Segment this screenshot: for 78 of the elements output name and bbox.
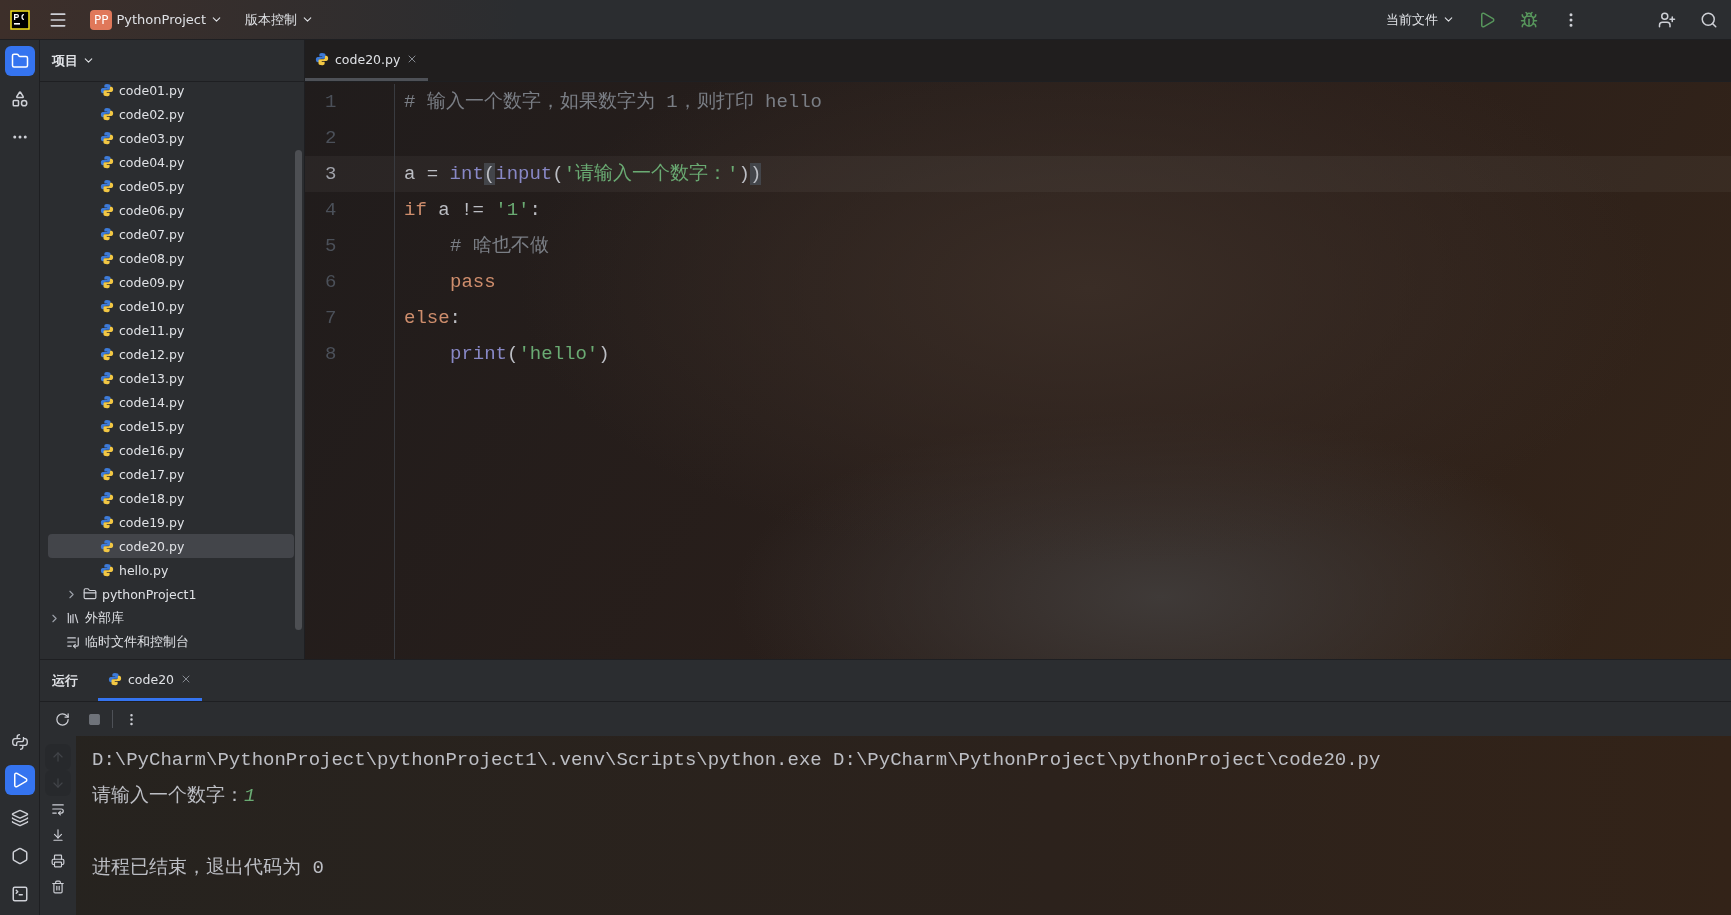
python-file-icon xyxy=(100,443,114,457)
scratch-icon xyxy=(66,635,80,649)
tree-item[interactable]: hello.py xyxy=(48,558,294,582)
python-file-icon xyxy=(100,467,114,481)
tree-item[interactable]: code18.py xyxy=(48,486,294,510)
tree-item[interactable]: code04.py xyxy=(48,150,294,174)
project-view-dropdown[interactable]: 项目 xyxy=(48,47,99,74)
code-line: # 啥也不做 xyxy=(450,234,549,259)
panel-title: 运行 xyxy=(52,671,78,690)
tree-item[interactable]: code16.py xyxy=(48,438,294,462)
python-file-icon xyxy=(100,251,114,265)
python-file-icon xyxy=(100,515,114,529)
tree-item[interactable]: code03.py xyxy=(48,126,294,150)
python-file-icon xyxy=(100,347,114,361)
tree-item[interactable]: code02.py xyxy=(48,102,294,126)
vcs-dropdown[interactable]: 版本控制 xyxy=(241,6,319,33)
tree-item[interactable]: pythonProject1 xyxy=(48,582,294,606)
library-icon xyxy=(66,611,80,625)
code-line: else: xyxy=(404,306,461,331)
line-number: 5 xyxy=(324,234,338,259)
code-line: pass xyxy=(450,270,496,295)
python-file-icon xyxy=(100,203,114,217)
console-line: D:\PyCharm\PythonProject\pythonProject1\.venv\Scripts\python.exe D:\PyCharm\PythonProject\pythonProject\code20.py xyxy=(92,748,1382,773)
folder-icon[interactable] xyxy=(4,46,35,76)
line-number: 7 xyxy=(324,306,338,331)
line-number: 3 xyxy=(305,156,394,192)
tree-item[interactable]: code15.py xyxy=(48,414,294,438)
line-number: 6 xyxy=(324,270,338,295)
tree-item[interactable]: code20.py xyxy=(48,534,294,558)
tree-item[interactable]: code13.py xyxy=(48,366,294,390)
python-file-icon xyxy=(315,52,329,66)
tree-item[interactable]: code12.py xyxy=(48,342,294,366)
tree-item[interactable]: code14.py xyxy=(48,390,294,414)
code-line: # 输入一个数字，如果数字为 1，则打印 hello xyxy=(404,90,823,115)
run-icon[interactable] xyxy=(4,765,35,795)
app-logo[interactable] xyxy=(10,9,30,30)
python-file-icon xyxy=(100,491,114,505)
python-file-icon xyxy=(100,83,114,97)
python-file-icon xyxy=(100,419,114,433)
python-file-icon xyxy=(100,323,114,337)
code-line: a = int(input('请输入一个数字：')) xyxy=(404,162,762,187)
code-line: if a != '1': xyxy=(404,198,541,223)
python-file-icon xyxy=(100,155,114,169)
line-number: 4 xyxy=(324,198,338,223)
editor-tab[interactable]: code20.py xyxy=(305,40,429,81)
console-line: 请输入一个数字：1 xyxy=(92,784,257,809)
line-number: 1 xyxy=(324,90,338,115)
python-file-icon xyxy=(100,539,114,553)
line-number: 2 xyxy=(324,126,338,151)
python-file-icon xyxy=(100,275,114,289)
tree-item[interactable]: code17.py xyxy=(48,462,294,486)
python-file-icon xyxy=(100,395,114,409)
run-config-dropdown[interactable]: 当前文件 xyxy=(1382,6,1459,33)
tree-item[interactable]: code19.py xyxy=(48,510,294,534)
python-file-icon xyxy=(100,299,114,313)
python-file-icon xyxy=(100,107,114,121)
tree-item[interactable]: code10.py xyxy=(48,294,294,318)
tree-item[interactable]: code05.py xyxy=(48,174,294,198)
tree-item[interactable]: code01.py xyxy=(48,78,294,102)
python-file-icon xyxy=(100,179,114,193)
python-file-icon xyxy=(100,371,114,385)
code-line: print('hello') xyxy=(450,342,610,367)
tree-item[interactable]: code09.py xyxy=(48,270,294,294)
console-line: 进程已结束，退出代码为 0 xyxy=(92,856,325,881)
python-file-icon xyxy=(100,227,114,241)
python-file-icon xyxy=(100,131,114,145)
python-file-icon xyxy=(108,672,122,686)
tree-item[interactable]: 外部库 xyxy=(48,606,294,630)
scrollbar[interactable] xyxy=(295,150,302,630)
line-number: 8 xyxy=(324,342,338,367)
project-dropdown[interactable]: PP PythonProject xyxy=(86,5,228,34)
tree-item[interactable]: code11.py xyxy=(48,318,294,342)
tree-item[interactable]: code06.py xyxy=(48,198,294,222)
python-file-icon xyxy=(100,563,114,577)
tree-item[interactable]: 临时文件和控制台 xyxy=(48,630,294,654)
tree-item[interactable]: code08.py xyxy=(48,246,294,270)
tree-item[interactable]: code07.py xyxy=(48,222,294,246)
folder-icon xyxy=(83,587,97,601)
